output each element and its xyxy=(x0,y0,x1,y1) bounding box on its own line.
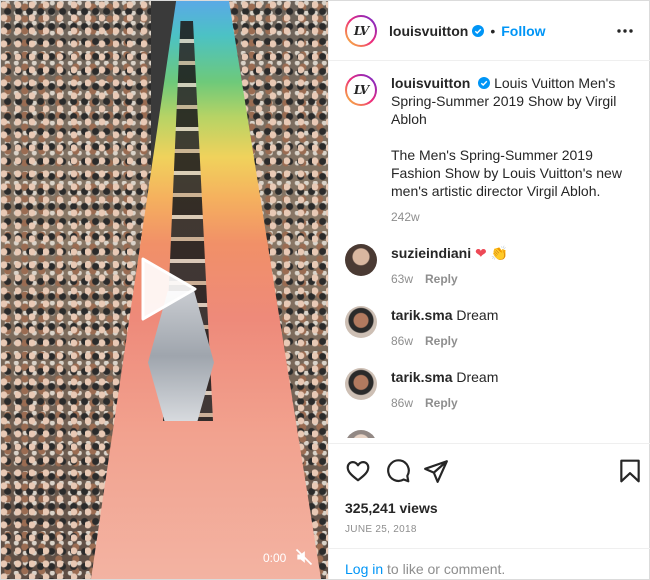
save-icon[interactable] xyxy=(617,458,643,484)
more-options-icon[interactable] xyxy=(616,23,634,39)
post-date: JUNE 25, 2018 xyxy=(345,524,417,535)
comment-username[interactable]: tarik.sma xyxy=(391,369,452,385)
separator-dot: • xyxy=(490,22,496,39)
comments-list[interactable]: LV louisvuitton Louis Vuitton Men's Spri… xyxy=(329,62,650,442)
comment: tarik.sma Dream 86w Reply xyxy=(345,368,634,412)
comment: suzieindiani ❤ 👏 63w Reply xyxy=(345,244,634,288)
post-header: LV louisvuitton • Follow xyxy=(329,1,650,61)
login-link[interactable]: Log in xyxy=(345,561,383,577)
video-player[interactable]: 0:00 xyxy=(1,1,328,579)
comment-meta: 86w Reply xyxy=(391,332,631,350)
caption-avatar[interactable]: LV xyxy=(345,74,377,106)
comment-text: Dream xyxy=(456,369,499,385)
comment-age: 86w xyxy=(391,396,414,410)
heart-emoji: ❤ xyxy=(475,245,487,261)
comment-text-block: tarik.sma Dream 86w Reply xyxy=(391,306,631,350)
caption-body: The Men's Spring-Summer 2019 Fashion Sho… xyxy=(391,147,622,199)
comment-text: Dream xyxy=(456,307,499,323)
comment-meta: 63w Reply xyxy=(391,270,631,288)
caption-avatar-monogram: LV xyxy=(347,76,375,104)
instagram-post: 0:00 LV louisvuitton • Follow LV louisvu… xyxy=(0,0,650,580)
comment-text-block: tarik.sma Dream 86w Reply xyxy=(391,368,631,412)
caption-text-block: louisvuitton Louis Vuitton Men's Spring-… xyxy=(391,74,631,226)
caption-username[interactable]: louisvuitton xyxy=(391,75,470,91)
mute-icon[interactable] xyxy=(294,547,314,567)
play-icon[interactable] xyxy=(135,257,199,321)
comment-age: 86w xyxy=(391,334,414,348)
comment-username[interactable]: tarik.sma xyxy=(391,307,452,323)
follow-button[interactable]: Follow xyxy=(501,23,545,39)
comment-avatar[interactable] xyxy=(345,244,377,276)
caption-age: 242w xyxy=(391,210,420,224)
reply-button[interactable]: Reply xyxy=(425,396,458,410)
comment-text-block: suzieindiani ❤ 👏 63w Reply xyxy=(391,244,631,288)
comment-username[interactable]: suzieindiani xyxy=(391,245,471,261)
share-icon[interactable] xyxy=(423,458,449,484)
comment-age: 63w xyxy=(391,272,414,286)
partial-comment-avatar xyxy=(345,430,377,438)
comment-avatar[interactable] xyxy=(345,306,377,338)
caption-verified-icon xyxy=(478,77,491,89)
comment: tarik.sma Dream 86w Reply xyxy=(345,306,634,350)
login-prompt: Log in to like or comment. xyxy=(329,548,650,580)
profile-avatar[interactable]: LV xyxy=(345,14,377,47)
action-icons xyxy=(345,458,640,484)
avatar-monogram: LV xyxy=(347,16,375,45)
like-icon[interactable] xyxy=(345,458,371,484)
partial-comment xyxy=(345,430,634,438)
clap-emoji: 👏 xyxy=(490,245,509,261)
post-details: LV louisvuitton • Follow LV louisvuitton… xyxy=(328,1,650,579)
video-time: 0:00 xyxy=(263,551,287,565)
verified-badge-icon xyxy=(472,24,485,37)
post-actions: 325,241 views JUNE 25, 2018 Log in to li… xyxy=(329,443,650,579)
reply-button[interactable]: Reply xyxy=(425,272,458,286)
caption: LV louisvuitton Louis Vuitton Men's Spri… xyxy=(345,74,634,226)
header-username[interactable]: louisvuitton xyxy=(389,23,468,39)
comment-icon[interactable] xyxy=(385,458,411,484)
comment-avatar[interactable] xyxy=(345,368,377,400)
views-count: 325,241 views xyxy=(345,500,438,516)
reply-button[interactable]: Reply xyxy=(425,334,458,348)
login-text: to like or comment. xyxy=(383,561,506,577)
comment-meta: 86w Reply xyxy=(391,394,631,412)
